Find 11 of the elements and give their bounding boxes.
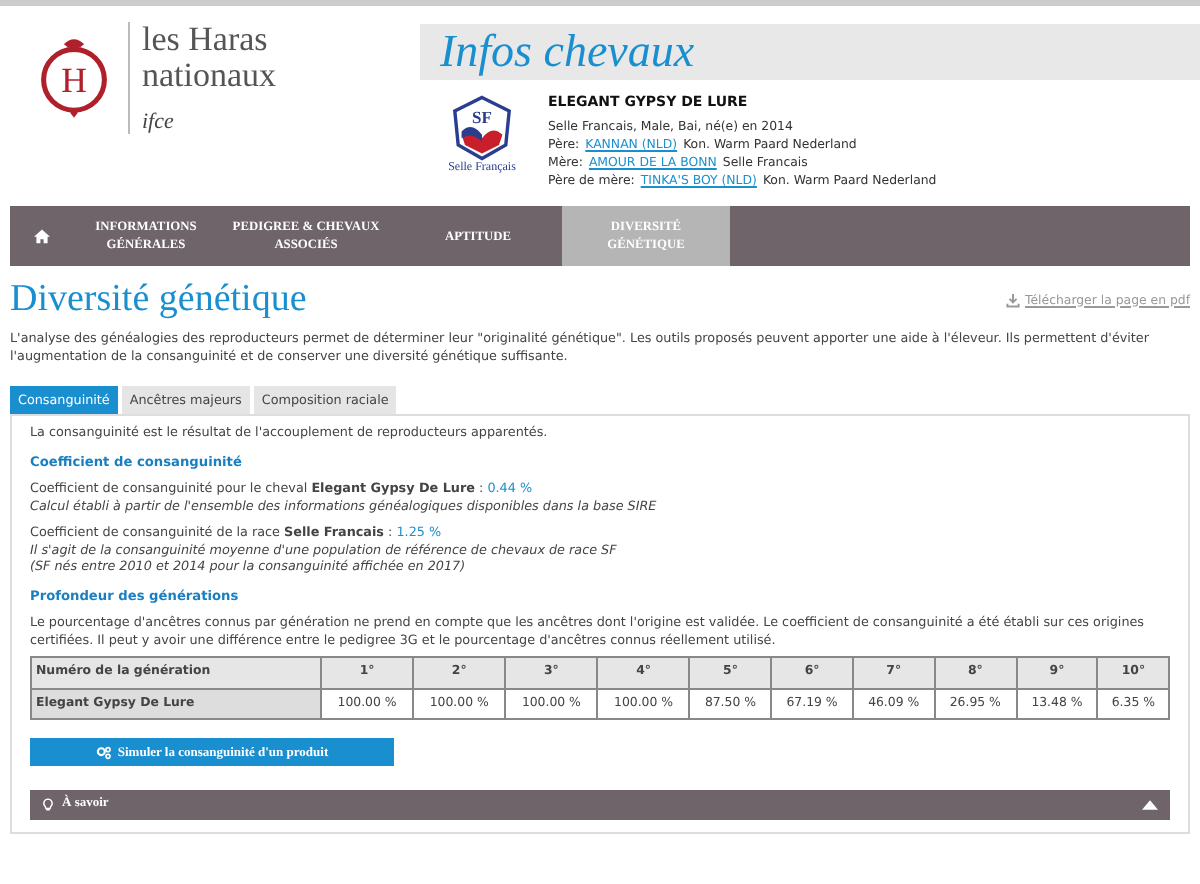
gears-icon — [95, 745, 112, 759]
home-icon[interactable] — [34, 228, 50, 244]
page-title: Diversité génétique — [10, 278, 307, 322]
caret-icon — [1142, 800, 1158, 810]
brand-text: ifce — [142, 110, 176, 134]
header-title: Infos chevaux — [440, 26, 695, 78]
download-icon[interactable] — [1005, 293, 1020, 307]
lightbulb-icon — [42, 798, 54, 812]
breed-shield-icon: SF — [448, 94, 516, 162]
logo-text: nationaux — [142, 58, 277, 94]
logo-text: les Haras — [142, 22, 270, 58]
